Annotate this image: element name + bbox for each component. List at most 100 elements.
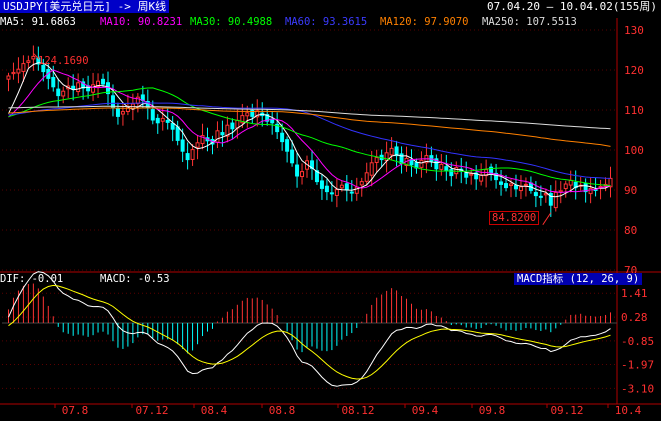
candle-body — [344, 183, 349, 191]
macd-y-tick-label: 1.41 — [621, 287, 648, 300]
candle-body — [563, 183, 568, 190]
candle-body — [359, 181, 364, 186]
candle-body — [56, 88, 61, 97]
x-tick-label: 07.12 — [135, 404, 168, 417]
x-tick-label: 08.4 — [201, 404, 228, 417]
candle-body — [6, 75, 11, 80]
x-tick-label: 07.8 — [62, 404, 89, 417]
candle-body — [150, 109, 155, 121]
candle-body — [165, 119, 170, 123]
candle-body — [16, 68, 21, 74]
date-range: 07.04.20 — 10.04.02(155周) — [487, 0, 657, 13]
candle-body — [538, 195, 543, 198]
legend-ma5: MA5: 91.6863 — [0, 16, 76, 28]
x-tick-label: 09.12 — [550, 404, 583, 417]
candle-body — [499, 181, 504, 185]
macd-indicator-label[interactable]: MACD指标 (12, 26, 9) — [514, 273, 643, 285]
candle-body — [479, 174, 484, 182]
candle-body — [245, 112, 250, 117]
legend-ma60: MA60: 93.3615 — [285, 16, 368, 28]
candle-body — [518, 186, 523, 192]
candle-body — [71, 85, 76, 90]
candle-body — [449, 169, 454, 177]
candle-body — [513, 184, 518, 190]
macd-y-tick-label: 0.28 — [621, 311, 648, 324]
y-tick-label: 90 — [624, 184, 637, 197]
macd-y-tick-label: -3.10 — [621, 382, 654, 395]
candle-body — [504, 183, 509, 189]
candle-body — [533, 192, 538, 197]
candle-body — [170, 122, 175, 130]
candle-body — [175, 126, 180, 141]
legend-ma30: MA30: 90.4988 — [190, 16, 273, 28]
candle-body — [51, 76, 56, 88]
candle-body — [553, 191, 558, 209]
candle-body — [389, 147, 394, 156]
candle-body — [588, 187, 593, 195]
candle-body — [91, 84, 96, 93]
candle-body — [523, 183, 528, 186]
y-tick-label: 80 — [624, 224, 637, 237]
candle-body — [419, 159, 424, 168]
candle-body — [444, 166, 449, 172]
candle-body — [374, 157, 379, 163]
candle-body — [120, 111, 125, 115]
candle-body — [11, 71, 16, 75]
candle-body — [454, 167, 459, 175]
candle-body — [295, 164, 300, 177]
candle-body — [469, 173, 474, 176]
macd-value: MACD: -0.53 — [100, 273, 170, 285]
candle-body — [185, 153, 190, 161]
candle-body — [285, 139, 290, 152]
low-marker-line — [542, 212, 552, 225]
candle-body — [439, 163, 444, 170]
ma10-line — [8, 69, 611, 194]
candle-body — [215, 130, 220, 143]
x-tick-label: 08.8 — [269, 404, 296, 417]
candle-body — [280, 132, 285, 143]
ma30-line — [8, 87, 611, 186]
dif-line — [8, 271, 611, 387]
x-tick-label: 09.8 — [479, 404, 506, 417]
candle-body — [364, 172, 369, 182]
candle-body — [76, 82, 81, 93]
dif-value: DIF: -0.01 — [0, 273, 64, 285]
candle-body — [319, 180, 324, 189]
candle-body — [160, 117, 165, 122]
candle-body — [349, 191, 354, 194]
ma120-line — [8, 107, 611, 147]
candle-body — [334, 189, 339, 196]
low-price-label: 84.8200 — [489, 211, 540, 225]
candle-body — [329, 192, 334, 195]
y-tick-label: 120 — [624, 64, 644, 77]
chart-title: USDJPY[美元兑日元] -> 周K线 — [0, 0, 170, 13]
candle-body — [21, 63, 26, 72]
macd-y-tick-label: -1.97 — [621, 359, 654, 372]
x-tick-label: 08.12 — [341, 404, 374, 417]
candle-body — [195, 142, 200, 148]
candle-body — [300, 171, 305, 178]
candle-body — [115, 108, 120, 117]
legend-ma120: MA120: 97.9070 — [380, 16, 469, 28]
candle-body — [230, 122, 235, 130]
candle-body — [324, 185, 329, 193]
x-tick-label: 10.4 — [615, 404, 642, 417]
candle-body — [290, 149, 295, 164]
candle-body — [31, 55, 36, 60]
legend-ma250: MA250: 107.5513 — [482, 16, 577, 28]
legend-ma10: MA10: 90.8231 — [100, 16, 183, 28]
candle-body — [61, 90, 66, 97]
candle-body — [558, 190, 563, 193]
candle-body — [26, 60, 31, 63]
candle-body — [543, 193, 548, 196]
x-tick-label: 09.4 — [412, 404, 439, 417]
candle-body — [509, 183, 514, 186]
chart-canvas: 130120110100908070 1.41 0.28-0.85-1.97-3… — [0, 18, 661, 417]
y-tick-label: 110 — [624, 104, 644, 117]
candle-body — [155, 117, 160, 124]
candle-body — [464, 172, 469, 178]
candle-body — [568, 179, 573, 186]
y-tick-label: 100 — [624, 144, 644, 157]
candle-body — [101, 78, 106, 85]
candle-body — [339, 184, 344, 189]
